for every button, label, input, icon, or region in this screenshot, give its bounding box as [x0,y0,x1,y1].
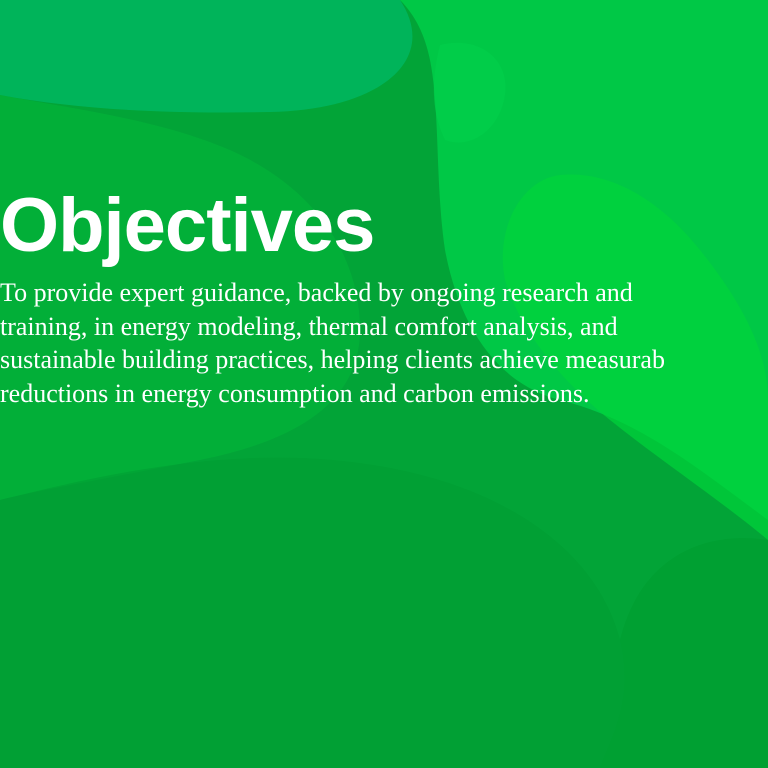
paragraph-line: To provide expert guidance, backed by on… [0,278,633,307]
paragraph-line: sustainable building practices, helping … [0,345,665,374]
objectives-paragraph: To provide expert guidance, backed by on… [0,276,768,410]
paragraph-line: reductions in energy consumption and car… [0,378,590,408]
blob-top-left [0,0,413,113]
paragraph-line: training, in energy modeling, thermal co… [0,311,618,341]
slide: Objectives To provide expert guidance, b… [0,0,768,768]
page-title: Objectives [0,183,375,268]
